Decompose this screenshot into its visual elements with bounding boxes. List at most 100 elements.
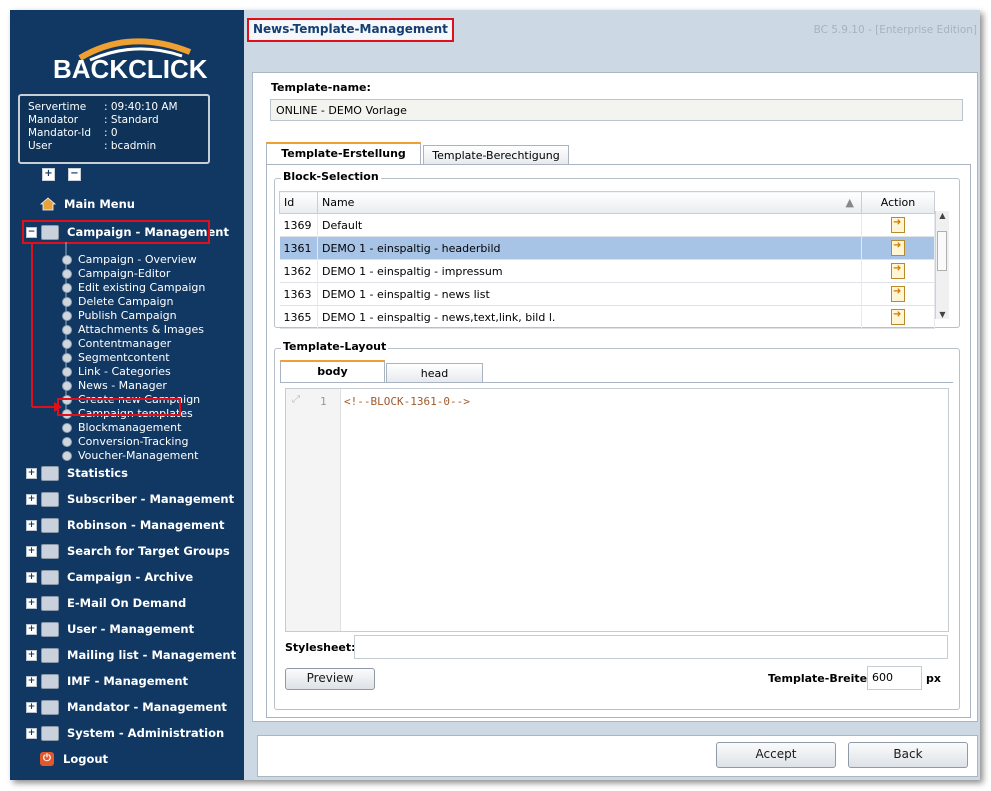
column-id[interactable]: Id [279,191,318,214]
menu-section[interactable]: + Robinson - Management [26,514,224,536]
table-row[interactable]: 1363 DEMO 1 - einspaltig - news list [279,282,935,306]
tab-head[interactable]: head [386,363,483,383]
highlight-box [57,398,181,416]
stylesheet-input[interactable] [354,635,948,659]
menu-section[interactable]: + System - Administration [26,722,224,744]
submenu-item[interactable]: Delete Campaign [62,295,174,308]
folder-icon [41,543,59,559]
menu-section-label: Mailing list - Management [67,648,237,662]
expand-icon: + [26,649,37,661]
menu-main[interactable]: Main Menu [39,193,135,215]
menu-section[interactable]: + E-Mail On Demand [26,592,186,614]
scroll-down-icon[interactable]: ▼ [936,310,949,319]
collapse-all-button[interactable]: − [68,168,81,181]
insert-block-icon[interactable] [891,217,905,233]
cell-action[interactable] [861,282,935,306]
insert-block-icon[interactable] [891,309,905,325]
menu-section[interactable]: + IMF - Management [26,670,188,692]
cell-action[interactable] [861,305,935,329]
bullet-icon [62,296,72,307]
width-unit: px [926,672,941,685]
home-icon [39,197,57,211]
submenu-item-label: Voucher-Management [78,449,199,462]
expand-all-button[interactable]: + [42,168,55,181]
fullscreen-icon[interactable]: ⤢ [292,394,300,405]
table-row[interactable]: 1361 DEMO 1 - einspaltig - headerbild [279,236,935,260]
preview-button[interactable]: Preview [285,668,375,690]
table-row[interactable]: 1369 Default [279,213,935,237]
template-layout-legend: Template-Layout [281,340,389,353]
bullet-icon [62,450,72,461]
submenu-item[interactable]: Attachments & Images [62,323,204,336]
submenu-item[interactable]: Campaign-Editor [62,267,170,280]
submenu-item[interactable]: Segmentcontent [62,351,170,364]
info-label: User [28,140,52,152]
cell-id: 1369 [279,213,318,237]
submenu-item-label: Campaign-Editor [78,267,171,280]
folder-icon [41,725,59,741]
menu-section[interactable]: + Mandator - Management [26,696,227,718]
submenu-item[interactable]: Blockmanagement [62,421,181,434]
scroll-up-icon[interactable]: ▲ [936,211,949,220]
block-table-scrollbar[interactable]: ▲ ▼ [935,211,949,319]
info-value: : bcadmin [104,140,157,152]
menu-section[interactable]: + Statistics [26,462,128,484]
power-icon: ⏻ [40,752,54,766]
scroll-thumb[interactable] [937,231,947,271]
code-editor[interactable]: ⤢ 1 <!--BLOCK-1361-0--> [285,388,949,632]
menu-section[interactable]: + User - Management [26,618,194,640]
code-line: <!--BLOCK-1361-0--> [344,395,470,408]
menu-section-label: System - Administration [67,726,225,740]
cell-action[interactable] [861,236,935,260]
menu-section[interactable]: + Subscriber - Management [26,488,234,510]
menu-section-label: Campaign - Archive [67,570,194,584]
submenu-item[interactable]: Edit existing Campaign [62,281,205,294]
expand-icon: + [26,597,37,609]
submenu-item[interactable]: News - Manager [62,379,167,392]
menu-section[interactable]: + Campaign - Archive [26,566,193,588]
submenu-item[interactable]: Publish Campaign [62,309,177,322]
info-label: Servertime [28,101,87,113]
menu-logout[interactable]: ⏻ Logout [40,748,108,770]
menu-section[interactable]: + Mailing list - Management [26,644,236,666]
submenu-item-label: Campaign - Overview [78,253,197,266]
cell-action[interactable] [861,213,935,237]
bullet-icon [62,352,72,363]
tab-body[interactable]: body [280,360,385,382]
submenu-item-label: Publish Campaign [78,309,177,322]
tab-template-erstellung[interactable]: Template-Erstellung [266,142,421,164]
column-action[interactable]: Action [861,191,935,214]
submenu-item-label: News - Manager [78,379,167,392]
insert-block-icon[interactable] [891,286,905,302]
tab-template-berechtigung[interactable]: Template-Berechtigung [423,145,569,165]
table-row[interactable]: 1362 DEMO 1 - einspaltig - impressum [279,259,935,283]
menu-section[interactable]: + Search for Target Groups [26,540,230,562]
submenu-item[interactable]: Contentmanager [62,337,171,350]
template-width-input[interactable]: 600 [867,666,922,690]
expand-icon: + [26,675,37,687]
submenu-item[interactable]: Voucher-Management [62,449,198,462]
submenu-item-label: Conversion-Tracking [78,435,189,448]
bullet-icon [62,282,72,293]
submenu-item[interactable]: Conversion-Tracking [62,435,188,448]
column-name-label: Name [322,196,355,209]
column-name[interactable]: Name ▲ [317,191,862,214]
template-name-input[interactable]: ONLINE - DEMO Vorlage [270,99,963,121]
version-label: BC 5.9.10 - [Enterprise Edition] [813,24,977,36]
insert-block-icon[interactable] [891,240,905,256]
brand-name: BACKCLICK [53,54,208,84]
back-button[interactable]: Back [848,742,968,768]
info-label: Mandator [28,114,79,126]
table-row[interactable]: 1365 DEMO 1 - einspaltig - news,text,link… [279,305,935,329]
submenu-item[interactable]: Campaign - Overview [62,253,197,266]
submenu-item-label: Attachments & Images [78,323,204,336]
cell-name: Default [317,213,862,237]
submenu-item[interactable]: Link - Categories [62,365,171,378]
cell-action[interactable] [861,259,935,283]
accept-button[interactable]: Accept [716,742,836,768]
submenu-item-label: Segmentcontent [78,351,170,364]
block-selection-legend: Block-Selection [281,170,381,183]
menu-section-label: Mandator - Management [67,700,227,714]
insert-block-icon[interactable] [891,263,905,279]
expand-icon: + [26,493,37,505]
